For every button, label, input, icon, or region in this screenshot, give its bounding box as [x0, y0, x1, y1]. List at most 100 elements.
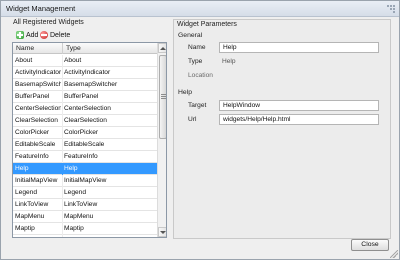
window-title: Widget Management: [6, 4, 76, 13]
cell-divider: [62, 199, 63, 211]
table-row[interactable]: MapMenu MapMenu: [13, 211, 157, 223]
cell-divider: [62, 163, 63, 175]
cell-name: ClearSelection: [15, 117, 58, 124]
table-row[interactable]: BufferPanel BufferPanel: [13, 91, 157, 103]
column-header-type[interactable]: Type: [66, 45, 81, 52]
cell-divider: [62, 175, 63, 187]
column-header-name[interactable]: Name: [16, 45, 34, 52]
table-row[interactable]: BasemapSwitcherBasemapSwitcher: [13, 79, 157, 91]
scroll-thumb[interactable]: [159, 55, 166, 139]
cell-divider: [62, 151, 63, 163]
scroll-up-button[interactable]: [158, 43, 166, 53]
scroll-up-icon: [160, 47, 166, 50]
help-section-label: Help: [178, 89, 192, 96]
cell-type: Help: [64, 165, 78, 172]
target-input[interactable]: HelpWindow: [219, 100, 379, 111]
name-label: Name: [188, 44, 206, 51]
table-row[interactable]: CenterSelection CenterSelection: [13, 103, 157, 115]
registered-widgets-panel: All Registered Widgets Add Delete Name T…: [10, 19, 169, 239]
cell-name: LinkToView: [15, 201, 49, 208]
title-bar[interactable]: Widget Management: [1, 1, 399, 17]
table-header: Name Type: [13, 43, 157, 54]
table-row[interactable]: InitialMapView InitialMapView: [13, 175, 157, 187]
delete-label: Delete: [50, 31, 71, 39]
table-row[interactable]: Maptip Maptip: [13, 223, 157, 235]
table-row[interactable]: About About: [13, 55, 157, 67]
cell-name: ActivityIndicator: [15, 69, 61, 76]
cell-name: EditableScale: [15, 141, 56, 148]
table-row[interactable]: ColorPicker ColorPicker: [13, 127, 157, 139]
table-row[interactable]: ClearSelection ClearSelection: [13, 115, 157, 127]
cell-name: BufferPanel: [15, 93, 50, 100]
widgets-table: Name Type About About ActivityIndicator Act…: [12, 42, 167, 238]
scroll-down-button[interactable]: [158, 227, 166, 237]
widget-management-window: Widget Management All Registered Widgets…: [0, 0, 400, 260]
table-row[interactable]: FeatureInfo FeatureInfo: [13, 151, 157, 163]
close-button[interactable]: Close: [351, 239, 389, 251]
name-input[interactable]: Help: [219, 42, 379, 53]
table-row[interactable]: EditableScale EditableScale: [13, 139, 157, 151]
cell-name: Maptip: [15, 225, 35, 232]
cell-type: About: [64, 57, 82, 64]
add-button[interactable]: Add: [16, 30, 38, 40]
cell-divider: [62, 55, 63, 67]
cell-name: ColorPicker: [15, 129, 50, 136]
widget-parameters-title: Widget Parameters: [177, 21, 237, 28]
table-row[interactable]: Help Help: [13, 163, 157, 175]
cell-name: FeatureInfo: [15, 153, 49, 160]
registered-widgets-label: All Registered Widgets: [13, 19, 84, 26]
location-label: Location: [188, 72, 213, 79]
cell-name: CenterSelection: [15, 105, 61, 112]
cell-divider: [62, 223, 63, 235]
widget-parameters-panel: Widget Parameters General Name Help Type…: [173, 19, 391, 239]
table-scrollbar[interactable]: [157, 43, 166, 237]
cell-divider: [62, 103, 63, 115]
cell-type: LinkToView: [64, 201, 98, 208]
cell-divider: [62, 127, 63, 139]
cell-name: MapMenu: [15, 213, 45, 220]
cell-type: ColorPicker: [64, 129, 99, 136]
type-value: Help: [222, 58, 236, 65]
cell-type: BufferPanel: [64, 93, 99, 100]
add-icon: [16, 31, 24, 39]
cell-divider: [62, 187, 63, 199]
grip-icon: [161, 94, 166, 100]
cell-name: Help: [15, 165, 29, 172]
window-grip-icon: [387, 5, 395, 13]
cell-name: Legend: [15, 189, 38, 196]
delete-icon: [40, 31, 48, 39]
cell-type: ActivityIndicator: [64, 69, 111, 76]
cell-divider: [62, 211, 63, 223]
cell-name: About: [15, 57, 33, 64]
type-label: Type: [188, 58, 203, 65]
cell-type: Legend: [64, 189, 87, 196]
cell-type: Navigator: [64, 237, 92, 238]
cell-type: CenterSelection: [64, 105, 111, 112]
add-label: Add: [26, 31, 39, 39]
cell-type: ClearSelection: [64, 117, 107, 124]
cell-name: Navigator: [15, 237, 61, 238]
url-input[interactable]: widgets/Help/Help.html: [219, 114, 379, 125]
cell-divider: [62, 91, 63, 103]
scroll-down-icon: [160, 231, 166, 234]
cell-type: Maptip: [64, 225, 84, 232]
table-row[interactable]: Legend Legend: [13, 187, 157, 199]
cell-divider: [62, 67, 63, 79]
column-divider[interactable]: [62, 43, 63, 54]
url-label: Url: [188, 116, 197, 123]
table-row[interactable]: ActivityIndicator ActivityIndicator: [13, 67, 157, 79]
cell-divider: [62, 79, 63, 91]
cell-type: MapMenu: [64, 213, 94, 220]
cell-type: BasemapSwitcher: [64, 81, 118, 88]
target-label: Target: [188, 102, 207, 109]
cell-divider: [62, 235, 63, 237]
table-row[interactable]: LinkToView LinkToView: [13, 199, 157, 211]
cell-type: InitialMapView: [64, 177, 107, 184]
cell-divider: [62, 139, 63, 151]
cell-name: BasemapSwitcher: [15, 81, 61, 88]
resize-grip-icon[interactable]: [390, 250, 398, 258]
delete-button[interactable]: Delete: [40, 30, 70, 40]
cell-type: FeatureInfo: [64, 153, 98, 160]
general-section-label: General: [178, 32, 203, 39]
table-row[interactable]: NavigatorNavigator: [13, 235, 157, 238]
